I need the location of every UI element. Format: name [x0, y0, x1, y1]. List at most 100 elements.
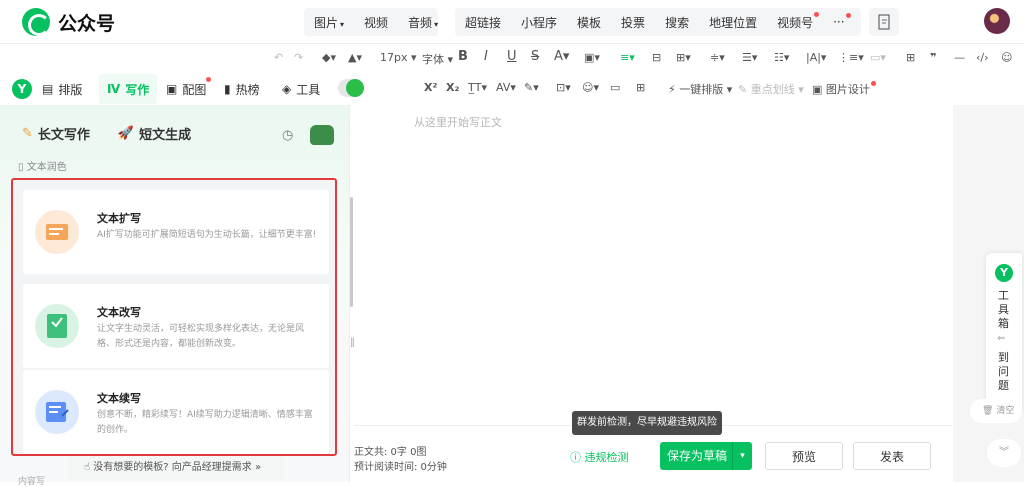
card-title: 文本续写 — [97, 392, 141, 405]
mascot-icon — [310, 125, 334, 145]
redo-icon[interactable]: ↷ — [294, 51, 303, 64]
tab-tools[interactable]: ◈ 工具 — [282, 74, 320, 104]
toolbox-widget[interactable]: Y 工具箱 ⇐ 到问题 — [986, 253, 1022, 411]
new-badge-dot — [870, 81, 876, 86]
bulleted-list-icon[interactable]: ☷▾ — [774, 51, 789, 64]
scroll-down-button[interactable]: ︾ — [987, 439, 1021, 467]
resize-handle[interactable]: ‖ — [350, 337, 355, 348]
expand-illustration-icon — [35, 210, 79, 254]
html-icon[interactable]: ▭ — [610, 81, 620, 94]
tab-writing[interactable]: Ⅳ 写作 — [99, 74, 158, 104]
one-click-layout-button[interactable]: ⚡ 一键排版 ▾ — [668, 81, 732, 97]
menu-vote[interactable]: 投票 — [611, 14, 655, 31]
card-text-expand[interactable]: 文本扩写 AI扩写功能可扩展简短语句为生动长篇，让细节更丰富! — [23, 190, 329, 274]
toolbox-label: 工具箱 — [998, 289, 1009, 330]
magic-wand-icon[interactable]: ✎▾ — [524, 81, 539, 94]
strikethrough-button[interactable]: S — [531, 49, 539, 64]
tab-layout[interactable]: ▤ 排版 — [42, 74, 82, 104]
divider-icon[interactable]: — — [954, 51, 965, 64]
menu-location[interactable]: 地理位置 — [699, 14, 767, 31]
font-family-select[interactable]: 字体 ▾ — [422, 51, 453, 67]
emoji-icon[interactable]: ☺ — [1001, 51, 1012, 64]
char-spacing-icon[interactable]: AV▾ — [496, 81, 516, 94]
rewrite-illustration-icon — [35, 304, 79, 348]
layout-icon: ▤ — [42, 82, 54, 96]
collapse-arrow-icon[interactable]: ⇐ — [997, 333, 1005, 344]
preview-button[interactable]: 预览 — [765, 442, 843, 470]
superscript-button[interactable]: X² — [424, 81, 437, 94]
menu-audio[interactable]: 音频 ▾ — [398, 14, 448, 31]
line-spacing-icon[interactable]: ≑▾ — [710, 51, 725, 64]
briefcase-icon[interactable]: ⊞ — [636, 81, 645, 94]
highlight-line-button[interactable]: ✎ 重点划线 ▾ — [738, 81, 804, 97]
letter-spacing-icon[interactable]: |A|▾ — [806, 51, 826, 64]
card-text-continue[interactable]: 文本续写 创意不断，精彩续写！AI续写助力逻辑清晰、情感丰富的创作。 — [23, 370, 329, 454]
tab-short-writing[interactable]: 🚀 短文生成 — [118, 124, 191, 143]
tab-illustration[interactable]: ▣ 配图 — [166, 74, 211, 104]
clear-button[interactable]: 🗑 清空 — [970, 399, 1022, 423]
panel-scrollbar[interactable] — [350, 197, 353, 307]
import-doc-button[interactable] — [869, 8, 899, 36]
ai-write-icon: Ⅳ — [107, 82, 121, 96]
menu-hyperlink[interactable]: 超链接 — [455, 14, 511, 31]
underline-button[interactable]: U — [507, 49, 517, 64]
compliance-check-button[interactable]: ⓘ 违规检测 — [570, 449, 629, 465]
menu-template[interactable]: 模板 — [567, 14, 611, 31]
font-color-button[interactable]: A▾ — [554, 49, 569, 64]
save-dropdown-chevron-icon[interactable]: ▾ — [732, 442, 752, 470]
paragraph-spacing-icon[interactable]: ☰▾ — [742, 51, 757, 64]
quote-icon[interactable]: ❞ — [930, 51, 936, 64]
top-bar: 公众号 图片 ▾ 视频 音频 ▾ 超链接 小程序 模板 投票 搜索 地理位置 视频号… — [0, 0, 1024, 44]
request-template-link[interactable]: ☝ 没有想要的模板? 向产品经理提需求 » — [68, 456, 284, 480]
history-icon[interactable]: ◷ — [282, 128, 293, 143]
format-painter-icon[interactable]: ◆▾ — [322, 51, 336, 64]
menu-search[interactable]: 搜索 — [655, 14, 699, 31]
assistant-logo-icon[interactable]: Y — [12, 79, 32, 99]
double-chevron-down-icon: ︾ — [999, 447, 1009, 458]
image-icon: ▣ — [166, 82, 178, 96]
insert-image-icon[interactable]: ⊡▾ — [556, 81, 571, 94]
outdent-icon[interactable]: ⊞▾ — [676, 51, 691, 64]
new-badge-dot — [206, 77, 211, 82]
list-icon[interactable]: ⋮≡▾ — [838, 51, 864, 64]
card-desc: 创意不断，精彩续写！AI续写助力逻辑清晰、情感丰富的创作。 — [97, 410, 313, 435]
section-label: ▯ 文本润色 — [18, 162, 67, 173]
menu-image[interactable]: 图片 ▾ — [304, 14, 354, 31]
menu-miniprogram[interactable]: 小程序 — [511, 14, 567, 31]
bold-button[interactable]: B — [458, 49, 468, 64]
card-desc: 让文字生动灵活，可轻松实现多样化表达，无论是风格、形式还是内容，都能创新改变。 — [97, 324, 305, 349]
clear-format-icon[interactable]: ▲▾ — [348, 51, 362, 64]
assistant-toggle[interactable] — [338, 79, 364, 97]
text-direction-icon[interactable]: T̲T▾ — [468, 81, 487, 94]
user-avatar[interactable] — [984, 8, 1010, 34]
editor-area[interactable]: 从这里开始写正文 ‖ — [350, 105, 952, 425]
italic-button[interactable]: I — [484, 49, 488, 64]
menu-channels[interactable]: 视频号 — [767, 11, 823, 31]
indent-icon[interactable]: ⊟ — [652, 51, 661, 64]
subscript-button[interactable]: X₂ — [446, 81, 459, 94]
background-color-icon[interactable]: ▣▾ — [584, 51, 600, 64]
tab-trending[interactable]: ▮ 热榜 — [224, 74, 260, 104]
sticker-icon[interactable]: ☺▾ — [582, 81, 599, 94]
publish-button[interactable]: 发表 — [853, 442, 931, 470]
continue-illustration-icon — [35, 390, 79, 434]
shield-check-icon: ⓘ — [570, 451, 581, 464]
card-title: 文本扩写 — [97, 212, 141, 225]
image-design-button[interactable]: ▣ 图片设计 — [812, 81, 876, 97]
brand-logo[interactable]: 公众号 — [22, 8, 115, 36]
font-size-select[interactable]: 17px ▾ — [380, 51, 417, 64]
menu-video[interactable]: 视频 — [354, 14, 398, 31]
undo-icon[interactable]: ↶ — [274, 51, 283, 64]
new-badge-dot — [845, 13, 851, 18]
align-icon[interactable]: ≡▾ — [620, 51, 635, 64]
table-style-icon[interactable]: ▭▾ — [870, 51, 886, 64]
hand-icon: ☝ — [84, 462, 91, 473]
save-draft-button[interactable]: 保存为草稿 ▾ — [660, 442, 752, 470]
menu-more[interactable]: ··· — [823, 13, 854, 29]
tab-long-writing[interactable]: ✎ 长文写作 — [22, 124, 90, 143]
code-icon[interactable]: ‹/› — [976, 51, 989, 64]
word-count: 正文共: 0字 0图 — [354, 447, 427, 458]
card-text-rewrite[interactable]: 文本改写 让文字生动灵活，可轻松实现多样化表达，无论是风格、形式还是内容，都能创… — [23, 284, 329, 368]
table-icon[interactable]: ⊞ — [906, 51, 915, 64]
cube-icon: ◈ — [282, 82, 292, 96]
